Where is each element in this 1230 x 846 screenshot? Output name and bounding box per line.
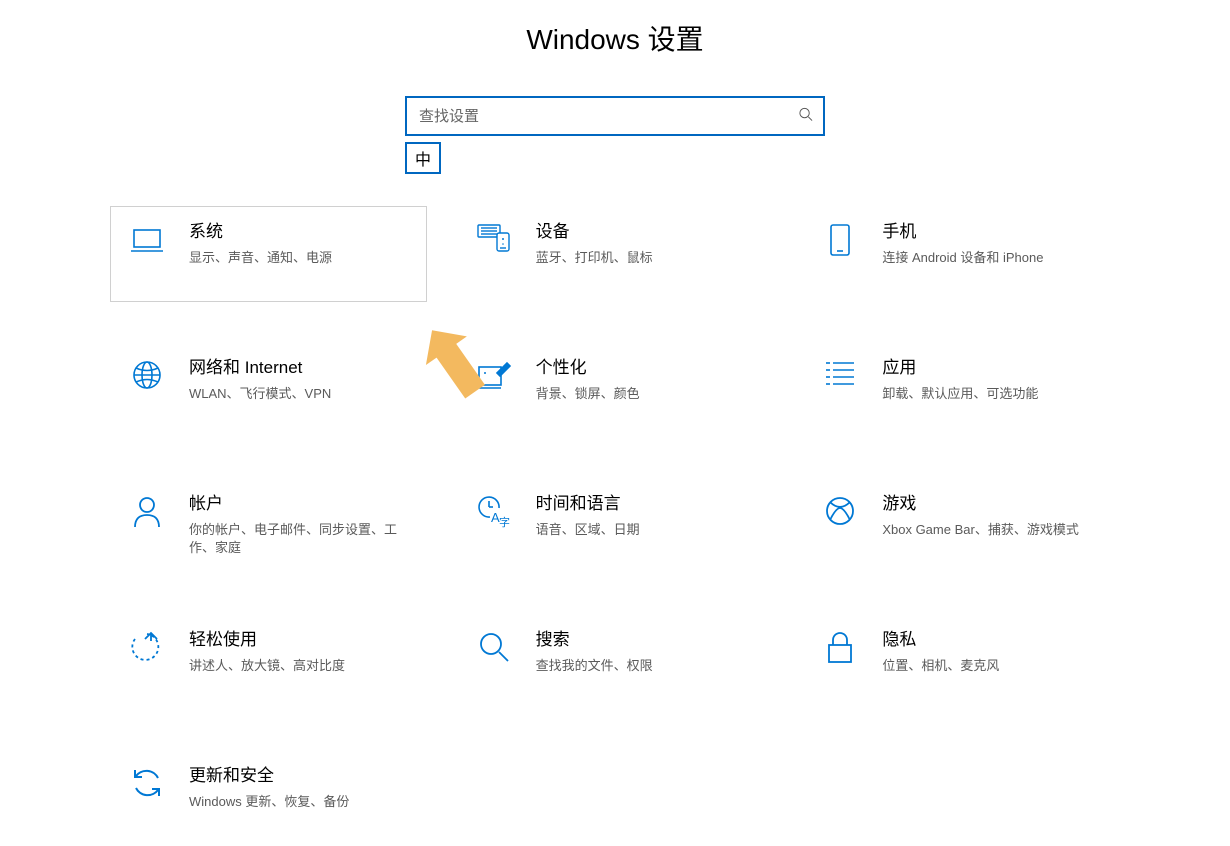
tile-update-security[interactable]: 更新和安全 Windows 更新、恢复、备份	[110, 750, 427, 846]
tile-desc: Xbox Game Bar、捕获、游戏模式	[882, 521, 1079, 539]
ime-badge: 中	[405, 142, 441, 174]
tile-title: 搜索	[536, 629, 653, 651]
tile-title: 更新和安全	[189, 765, 349, 787]
tile-phone[interactable]: 手机 连接 Android 设备和 iPhone	[803, 206, 1120, 302]
tile-title: 个性化	[536, 357, 640, 379]
update-icon	[127, 765, 167, 799]
tile-gaming[interactable]: 游戏 Xbox Game Bar、捕获、游戏模式	[803, 478, 1120, 574]
personalization-icon	[474, 357, 514, 391]
tile-title: 手机	[882, 221, 1043, 243]
tile-desc: 连接 Android 设备和 iPhone	[882, 249, 1043, 267]
gaming-icon	[820, 493, 860, 527]
search-input[interactable]	[405, 96, 825, 136]
tile-devices[interactable]: 设备 蓝牙、打印机、鼠标	[457, 206, 774, 302]
tile-apps[interactable]: 应用 卸载、默认应用、可选功能	[803, 342, 1120, 438]
tile-desc: 蓝牙、打印机、鼠标	[536, 249, 653, 267]
tile-title: 系统	[189, 221, 332, 243]
tile-title: 时间和语言	[536, 493, 640, 515]
tile-desc: 讲述人、放大镜、高对比度	[189, 657, 345, 675]
lock-icon	[820, 629, 860, 665]
accounts-icon	[127, 493, 167, 529]
tile-desc: WLAN、飞行模式、VPN	[189, 385, 331, 403]
tile-title: 网络和 Internet	[189, 357, 331, 379]
tile-title: 应用	[882, 357, 1038, 379]
tile-accounts[interactable]: 帐户 你的帐户、电子邮件、同步设置、工作、家庭	[110, 478, 427, 574]
tile-desc: 卸载、默认应用、可选功能	[882, 385, 1038, 403]
ease-of-access-icon	[127, 629, 167, 663]
phone-icon	[820, 221, 860, 257]
tile-title: 轻松使用	[189, 629, 345, 651]
tile-desc: 背景、锁屏、颜色	[536, 385, 640, 403]
tile-title: 隐私	[882, 629, 999, 651]
tile-system[interactable]: 系统 显示、声音、通知、电源	[110, 206, 427, 302]
search-box: 中	[405, 96, 825, 136]
tile-desc: 查找我的文件、权限	[536, 657, 653, 675]
tile-title: 帐户	[189, 493, 399, 515]
page-title: Windows 设置	[0, 18, 1230, 58]
tile-search[interactable]: 搜索 查找我的文件、权限	[457, 614, 774, 710]
search-tile-icon	[474, 629, 514, 663]
tile-desc: Windows 更新、恢复、备份	[189, 793, 349, 811]
tile-ease-of-access[interactable]: 轻松使用 讲述人、放大镜、高对比度	[110, 614, 427, 710]
apps-icon	[820, 357, 860, 389]
system-icon	[127, 221, 167, 255]
svg-text:字: 字	[499, 515, 510, 529]
settings-grid: 系统 显示、声音、通知、电源 设备 蓝牙、打印机、鼠标 手机	[110, 206, 1120, 846]
devices-icon	[474, 221, 514, 255]
tile-time-language[interactable]: A 字 时间和语言 语音、区域、日期	[457, 478, 774, 574]
tile-title: 游戏	[882, 493, 1079, 515]
tile-desc: 位置、相机、麦克风	[882, 657, 999, 675]
time-language-icon: A 字	[474, 493, 514, 529]
globe-icon	[127, 357, 167, 391]
tile-desc: 显示、声音、通知、电源	[189, 249, 332, 267]
tile-personalization[interactable]: 个性化 背景、锁屏、颜色	[457, 342, 774, 438]
tile-desc: 你的帐户、电子邮件、同步设置、工作、家庭	[189, 521, 399, 557]
tile-privacy[interactable]: 隐私 位置、相机、麦克风	[803, 614, 1120, 710]
tile-desc: 语音、区域、日期	[536, 521, 640, 539]
tile-network[interactable]: 网络和 Internet WLAN、飞行模式、VPN	[110, 342, 427, 438]
tile-title: 设备	[536, 221, 653, 243]
